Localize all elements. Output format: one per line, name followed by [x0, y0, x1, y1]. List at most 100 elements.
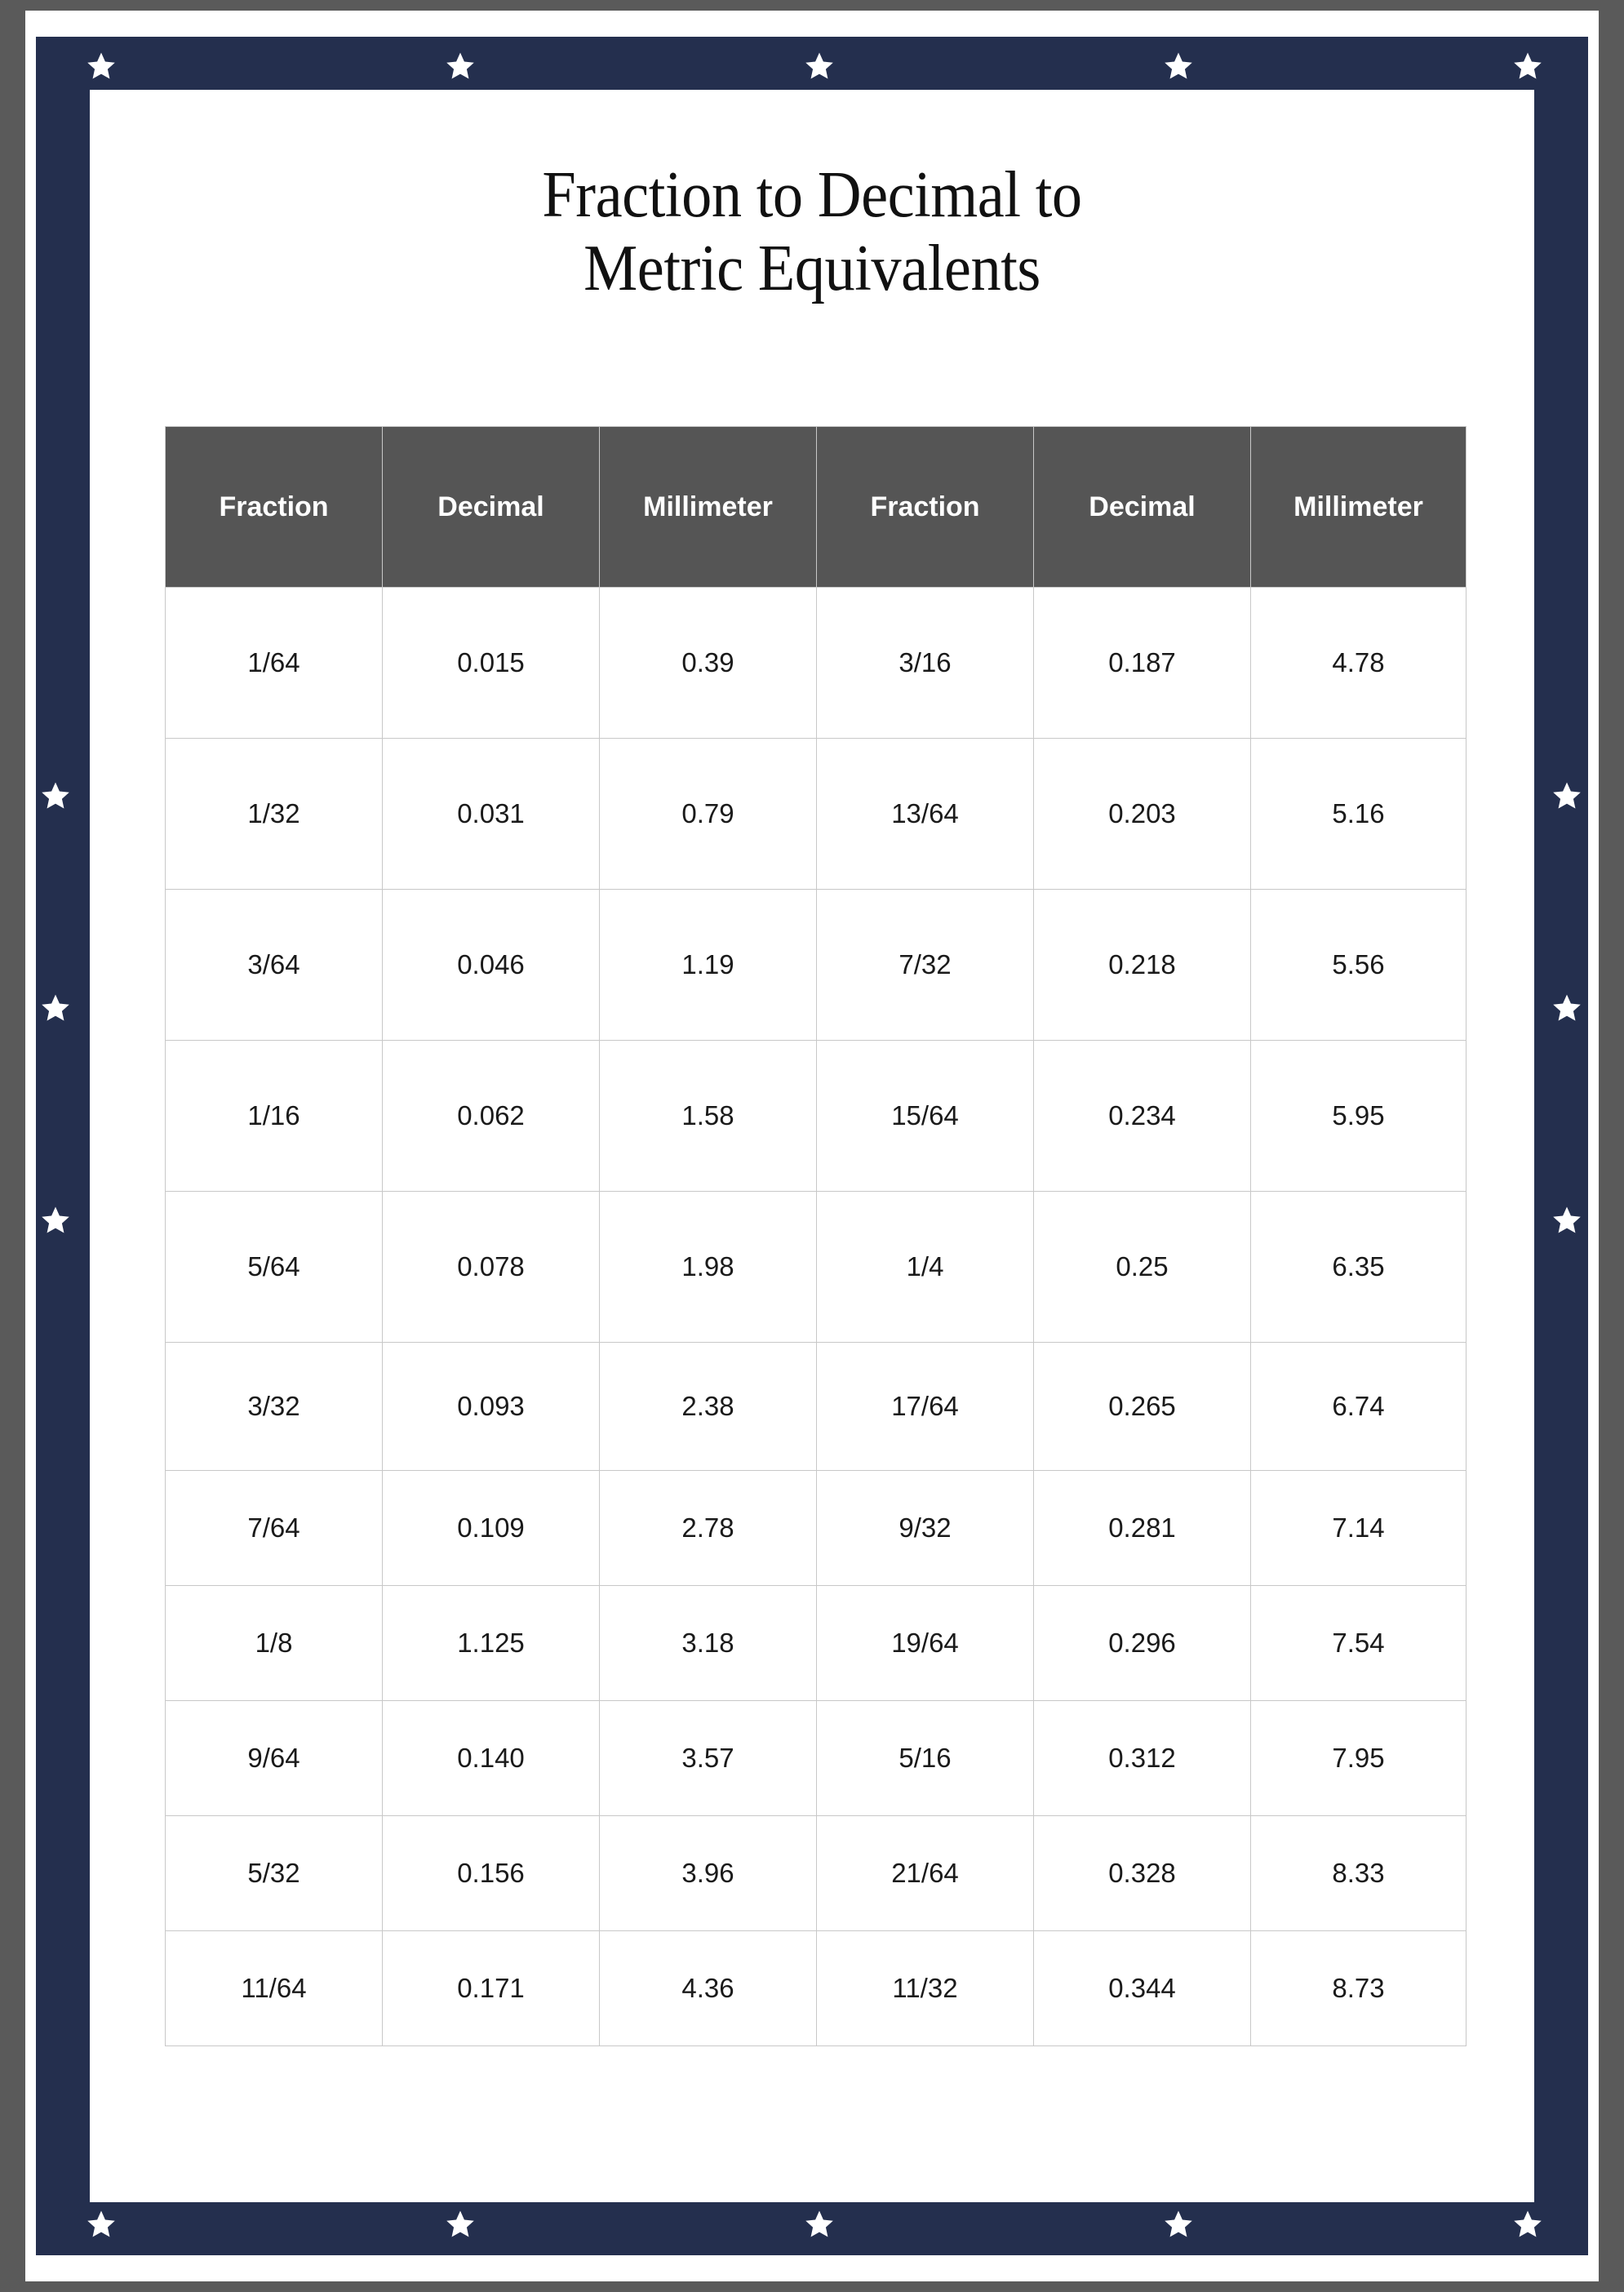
star-icon	[445, 2209, 476, 2240]
star-icon	[1551, 993, 1582, 1024]
table-column-header[interactable]: Decimal	[1033, 426, 1251, 588]
star-icon	[1163, 2209, 1194, 2240]
table-cell: 1.58	[599, 1040, 817, 1192]
table-cell: 0.79	[599, 738, 817, 890]
table-cell: 0.078	[382, 1191, 600, 1343]
star-icon	[1551, 780, 1582, 811]
table-cell: 21/64	[816, 1815, 1034, 1931]
table-cell: 9/64	[165, 1700, 383, 1816]
star-icon	[40, 1205, 71, 1236]
table-cell: 0.281	[1033, 1470, 1251, 1586]
table-row: 11/64 0.171 4.36 11/32 0.344 8.73	[165, 1930, 1466, 2046]
table-cell: 7/32	[816, 889, 1034, 1041]
table-cell: 0.312	[1033, 1700, 1251, 1816]
table-cell: 0.093	[382, 1342, 600, 1471]
table-cell: 0.344	[1033, 1930, 1251, 2046]
table-cell: 0.062	[382, 1040, 600, 1192]
table-cell: 15/64	[816, 1040, 1034, 1192]
table-row: 1/64 0.015 0.39 3/16 0.187 4.78	[165, 587, 1466, 739]
table-cell: 0.156	[382, 1815, 600, 1931]
table-row: 3/64 0.046 1.19 7/32 0.218 5.56	[165, 889, 1466, 1041]
table-cell: 0.187	[1033, 587, 1251, 739]
table-column-header[interactable]: Decimal	[382, 426, 600, 588]
table-cell: 1/16	[165, 1040, 383, 1192]
table-cell: 5.16	[1250, 738, 1466, 890]
table-cell: 6.35	[1250, 1191, 1466, 1343]
star-icon	[445, 51, 476, 82]
table-row: 5/64 0.078 1.98 1/4 0.25 6.35	[165, 1191, 1466, 1343]
table-cell: 2.78	[599, 1470, 817, 1586]
table-cell: 0.234	[1033, 1040, 1251, 1192]
table-cell: 11/32	[816, 1930, 1034, 2046]
table-cell: 0.015	[382, 587, 600, 739]
table-cell: 0.218	[1033, 889, 1251, 1041]
table-cell: 7/64	[165, 1470, 383, 1586]
table-cell: 7.95	[1250, 1700, 1466, 1816]
table-cell: 0.140	[382, 1700, 600, 1816]
star-icon	[804, 2209, 835, 2240]
table-cell: 8.33	[1250, 1815, 1466, 1931]
star-icon	[1512, 2209, 1543, 2240]
table-row: 7/64 0.109 2.78 9/32 0.281 7.14	[165, 1470, 1466, 1586]
table-row: 5/32 0.156 3.96 21/64 0.328 8.33	[165, 1815, 1466, 1931]
table-cell: 9/32	[816, 1470, 1034, 1586]
table-column-header[interactable]: Millimeter	[599, 426, 817, 588]
table-column-header[interactable]: Fraction	[816, 426, 1034, 588]
table-cell: 0.109	[382, 1470, 600, 1586]
poster-outer-border: Fraction to Decimal to Metric Equivalent…	[0, 0, 1624, 2292]
table-cell: 0.39	[599, 587, 817, 739]
table-body: 1/64 0.015 0.39 3/16 0.187 4.78 1/32 0.031 0.79 1…	[165, 587, 1466, 2046]
table-cell: 1.19	[599, 889, 817, 1041]
table-cell: 3.57	[599, 1700, 817, 1816]
table-cell: 5/32	[165, 1815, 383, 1931]
table-cell: 11/64	[165, 1930, 383, 2046]
table-cell: 3/64	[165, 889, 383, 1041]
table-cell: 5.95	[1250, 1040, 1466, 1192]
conversion-table: Fraction Decimal Millimeter Fraction Decimal…	[165, 426, 1466, 2046]
table-row: 1/32 0.031 0.79 13/64 0.203 5.16	[165, 738, 1466, 890]
table-header-row: Fraction Decimal Millimeter Fraction Decimal…	[165, 426, 1466, 588]
star-icon	[40, 780, 71, 811]
table-cell: 3/16	[816, 587, 1034, 739]
table-cell: 5.56	[1250, 889, 1466, 1041]
table-row: 1/16 0.062 1.58 15/64 0.234 5.95	[165, 1040, 1466, 1192]
table-cell: 0.25	[1033, 1191, 1251, 1343]
table-cell: 0.203	[1033, 738, 1251, 890]
table-cell: 3.18	[599, 1585, 817, 1701]
table-cell: 3/32	[165, 1342, 383, 1471]
poster-content: Fraction to Decimal to Metric Equivalent…	[90, 90, 1534, 2202]
star-icon	[1551, 1205, 1582, 1236]
table-row: 9/64 0.140 3.57 5/16 0.312 7.95	[165, 1700, 1466, 1816]
star-icon	[1512, 51, 1543, 82]
table-cell: 1/8	[165, 1585, 383, 1701]
table-cell: 0.171	[382, 1930, 600, 2046]
table-cell: 1/32	[165, 738, 383, 890]
table-cell: 0.296	[1033, 1585, 1251, 1701]
table-cell: 0.265	[1033, 1342, 1251, 1471]
table-cell: 8.73	[1250, 1930, 1466, 2046]
star-icon	[804, 51, 835, 82]
star-icon	[86, 51, 117, 82]
table-column-header[interactable]: Fraction	[165, 426, 383, 588]
table-cell: 19/64	[816, 1585, 1034, 1701]
table-cell: 0.031	[382, 738, 600, 890]
table-cell: 6.74	[1250, 1342, 1466, 1471]
table-cell: 5/64	[165, 1191, 383, 1343]
page-title: Fraction to Decimal to Metric Equivalent…	[542, 159, 1082, 304]
table-cell: 2.38	[599, 1342, 817, 1471]
table-cell: 5/16	[816, 1700, 1034, 1816]
table-cell: 4.36	[599, 1930, 817, 2046]
table-cell: 3.96	[599, 1815, 817, 1931]
table-cell: 17/64	[816, 1342, 1034, 1471]
table-cell: 1/4	[816, 1191, 1034, 1343]
table-row: 1/8 1.125 3.18 19/64 0.296 7.54	[165, 1585, 1466, 1701]
table-cell: 7.14	[1250, 1470, 1466, 1586]
table-cell: 13/64	[816, 738, 1034, 890]
table-column-header[interactable]: Millimeter	[1250, 426, 1466, 588]
table-cell: 7.54	[1250, 1585, 1466, 1701]
table-cell: 1/64	[165, 587, 383, 739]
table-cell: 4.78	[1250, 587, 1466, 739]
star-icon	[86, 2209, 117, 2240]
star-icon	[1163, 51, 1194, 82]
table-head: Fraction Decimal Millimeter Fraction Decimal…	[165, 426, 1466, 588]
